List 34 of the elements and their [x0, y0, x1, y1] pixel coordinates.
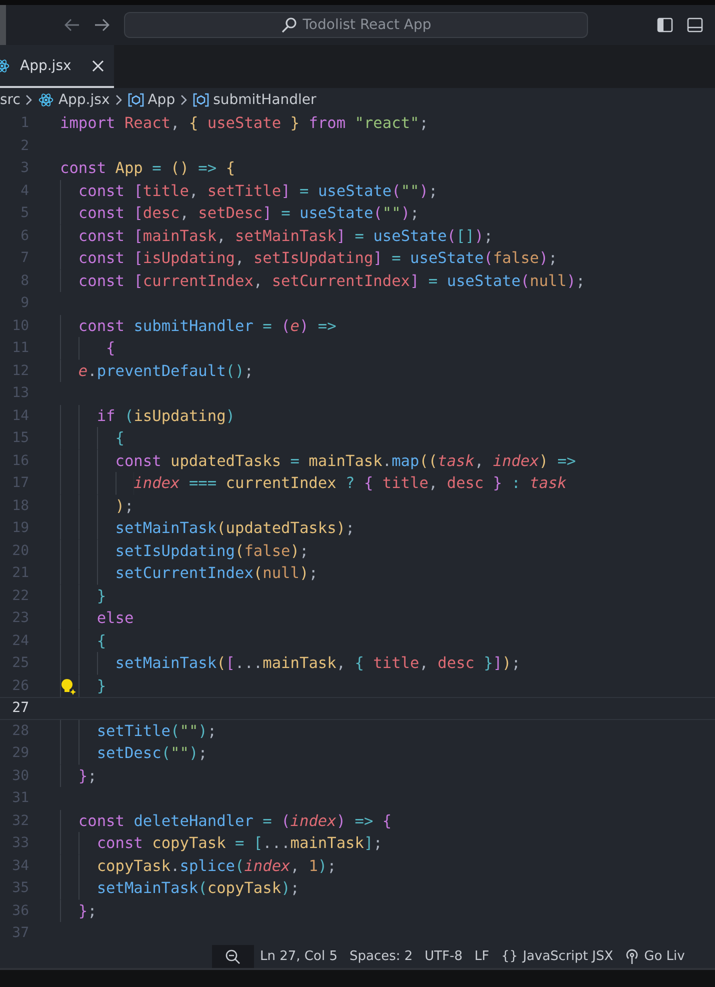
breadcrumb-item[interactable]: App	[148, 92, 176, 108]
breadcrumb-item[interactable]: src	[0, 92, 20, 108]
code-line: import React, { useState } from "react";	[60, 113, 428, 134]
react-icon	[38, 92, 54, 108]
search-icon	[280, 17, 297, 33]
command-center-search[interactable]: Todolist React App	[124, 12, 588, 38]
braces-icon: {}	[501, 949, 518, 964]
lightbulb-icon[interactable]	[60, 678, 78, 694]
sidebar-toggle-icon[interactable]	[657, 17, 673, 33]
search-text: Todolist React App	[302, 17, 432, 33]
close-icon[interactable]	[92, 60, 104, 72]
breadcrumb-item[interactable]: App.jsx	[58, 92, 110, 108]
chevron-right-icon	[114, 94, 123, 106]
language-label: JavaScript JSX	[522, 949, 614, 964]
forward-arrow-icon[interactable]	[94, 18, 110, 32]
back-arrow-icon[interactable]	[64, 18, 80, 32]
zoom-button[interactable]	[212, 945, 254, 968]
go-live-button[interactable]: Go Liv	[619, 945, 691, 968]
code-line: const App = () => {	[60, 158, 236, 179]
breadcrumb-item[interactable]: submitHandler	[213, 92, 316, 108]
chevron-right-icon	[25, 94, 34, 106]
symbol-icon	[128, 93, 144, 107]
broadcast-icon	[625, 948, 640, 964]
language-mode[interactable]: {} JavaScript JSX	[495, 945, 620, 968]
panel-toggle-icon[interactable]	[687, 17, 703, 33]
editor-tab[interactable]: App.jsx	[0, 45, 114, 88]
status-item[interactable]: UTF-8	[418, 945, 469, 968]
symbol-icon	[193, 93, 210, 107]
line-number: 27	[11, 700, 29, 716]
zoom-out-icon	[225, 948, 241, 964]
status-item[interactable]: LF	[468, 945, 496, 968]
status-item[interactable]: Spaces: 2	[343, 945, 419, 968]
status-item[interactable]: Ln 27, Col 5	[254, 945, 344, 968]
chevron-right-icon	[180, 94, 188, 106]
